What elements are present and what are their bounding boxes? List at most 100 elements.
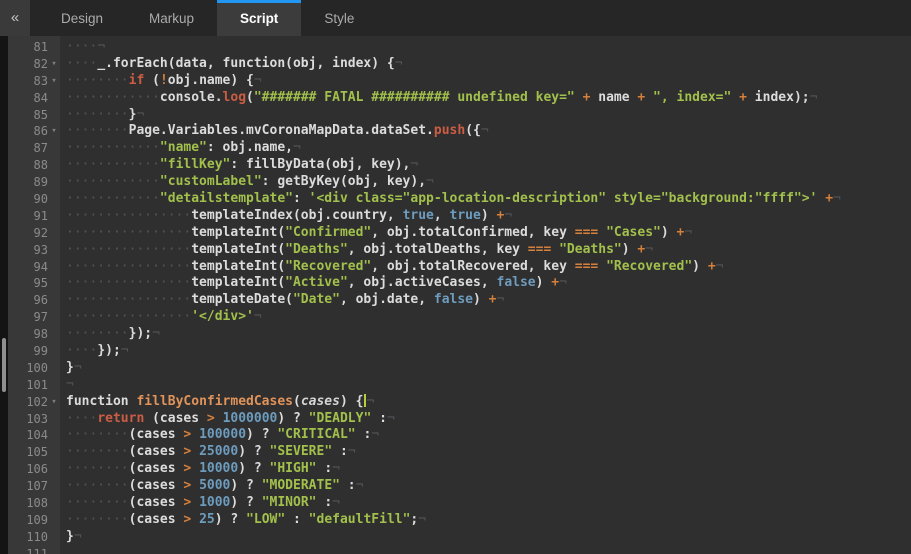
- code-line-content[interactable]: ····return (cases > 1000000) ? "DEADLY" …: [60, 411, 395, 428]
- code-line-content[interactable]: ············"name": obj.name,¬: [60, 140, 301, 157]
- code-line-content[interactable]: ····_.forEach(data, function(obj, index)…: [60, 56, 403, 73]
- line-number: 84: [8, 90, 48, 107]
- fold-toggle-icon[interactable]: ▾: [48, 394, 60, 411]
- eol-mark: ¬: [293, 140, 301, 155]
- code-line-content[interactable]: ········}¬: [60, 107, 144, 124]
- code-line: 98 ········});¬: [0, 326, 911, 343]
- whitespace-dots: ····: [66, 56, 97, 71]
- eol-mark: ¬: [356, 478, 364, 493]
- code-line-content[interactable]: ········});¬: [60, 326, 160, 343]
- code-line-content[interactable]: ····¬: [60, 39, 105, 56]
- eol-mark: ¬: [136, 107, 144, 122]
- whitespace-dots: ············: [66, 157, 160, 172]
- line-number: 108: [8, 495, 48, 512]
- fold-spacer: [48, 107, 60, 124]
- whitespace-dots: ········: [66, 478, 129, 493]
- line-number: 101: [8, 377, 48, 394]
- line-number: 98: [8, 326, 48, 343]
- code-line-content[interactable]: ············"fillKey": fillByData(obj, k…: [60, 157, 418, 174]
- code-line-content[interactable]: ········Page.Variables.mvCoronaMapData.d…: [60, 123, 489, 140]
- whitespace-dots: ····: [66, 343, 97, 358]
- whitespace-dots: ········: [66, 326, 129, 341]
- code-line-content[interactable]: ············"detailstemplate": '<div cla…: [60, 191, 841, 208]
- whitespace-dots: ········: [66, 495, 129, 510]
- line-number: 109: [8, 512, 48, 529]
- eol-mark: ¬: [810, 90, 818, 105]
- code-line: 102▾function fillByConfirmedCases(cases)…: [0, 394, 911, 411]
- code-line: 90············"detailstemplate": '<div c…: [0, 191, 911, 208]
- eol-mark: ¬: [254, 309, 262, 324]
- fold-toggle-icon[interactable]: ▾: [48, 56, 60, 73]
- eol-mark: ¬: [97, 39, 105, 54]
- line-number: 93: [8, 242, 48, 259]
- code-line-content[interactable]: ········(cases > 25) ? "LOW" : "defaultF…: [60, 512, 426, 529]
- eol-mark: ¬: [74, 529, 82, 544]
- code-line-content[interactable]: ¬: [60, 377, 74, 394]
- fold-toggle-icon[interactable]: ▾: [48, 123, 60, 140]
- code-line-content[interactable]: }¬: [60, 529, 82, 546]
- fold-spacer: [48, 360, 60, 377]
- code-line-content[interactable]: ················templateInt("Confirmed",…: [60, 225, 692, 242]
- tab-script[interactable]: Script: [217, 0, 301, 36]
- eol-mark: ¬: [366, 394, 374, 409]
- code-line-content[interactable]: ················templateInt("Recovered",…: [60, 259, 723, 276]
- line-number: 88: [8, 157, 48, 174]
- tab-design[interactable]: Design: [38, 0, 126, 36]
- code-line-content[interactable]: ················templateInt("Active", ob…: [60, 275, 567, 292]
- whitespace-dots: ················: [66, 242, 191, 257]
- eol-mark: ¬: [418, 512, 426, 527]
- eol-mark: ¬: [716, 259, 724, 274]
- code-line-content[interactable]: ················templateDate("Date", obj…: [60, 292, 504, 309]
- whitespace-dots: ········: [66, 123, 129, 138]
- code-line-content[interactable]: ················templateInt("Deaths", ob…: [60, 242, 653, 259]
- eol-mark: ¬: [497, 292, 505, 307]
- eol-mark: ¬: [371, 427, 379, 442]
- fold-spacer: [48, 461, 60, 478]
- code-line-content[interactable]: ········(cases > 1000) ? "MINOR" :¬: [60, 495, 340, 512]
- code-line-content[interactable]: ················'</div>'¬: [60, 309, 262, 326]
- line-number: 100: [8, 360, 48, 377]
- fold-spacer: [48, 529, 60, 546]
- tab-style[interactable]: Style: [301, 0, 377, 36]
- fold-spacer: [48, 174, 60, 191]
- code-editor[interactable]: 81····¬82▾····_.forEach(data, function(o…: [0, 36, 911, 554]
- code-line-content[interactable]: ········(cases > 25000) ? "SEVERE" :¬: [60, 444, 356, 461]
- code-line: 111: [0, 546, 911, 554]
- fold-spacer: [48, 512, 60, 529]
- code-line-content[interactable]: }¬: [60, 360, 82, 377]
- line-number: 83: [8, 73, 48, 90]
- fold-toggle-icon[interactable]: ▾: [48, 73, 60, 90]
- fold-spacer: [48, 343, 60, 360]
- eol-mark: ¬: [833, 191, 841, 206]
- line-number: 105: [8, 444, 48, 461]
- whitespace-dots: ········: [66, 107, 129, 122]
- code-line-content[interactable]: ····});¬: [60, 343, 129, 360]
- code-line-content[interactable]: ············console.log("####### FATAL #…: [60, 90, 817, 107]
- whitespace-dots: ················: [66, 309, 191, 324]
- line-number: 111: [8, 546, 48, 554]
- line-number: 106: [8, 461, 48, 478]
- code-line-content[interactable]: function fillByConfirmedCases(cases) {¬: [60, 394, 374, 411]
- code-line: 85········}¬: [0, 107, 911, 124]
- code-line-content[interactable]: ········(cases > 10000) ? "HIGH" :¬: [60, 461, 340, 478]
- fold-spacer: [48, 90, 60, 107]
- collapse-panel-button[interactable]: «: [0, 0, 30, 36]
- eol-mark: ¬: [74, 360, 82, 375]
- eol-mark: ¬: [481, 123, 489, 138]
- tab-markup-label: Markup: [149, 11, 194, 26]
- code-line-content[interactable]: ················templateIndex(obj.countr…: [60, 208, 512, 225]
- fold-spacer: [48, 191, 60, 208]
- fold-spacer: [48, 292, 60, 309]
- code-line: 95 ················templateInt("Active", …: [0, 275, 911, 292]
- line-number: 94: [8, 259, 48, 276]
- fold-spacer: [48, 275, 60, 292]
- code-line-content[interactable]: ········if (!obj.name) {¬: [60, 73, 262, 90]
- code-line-content[interactable]: ············"customLabel": getByKey(obj,…: [60, 174, 434, 191]
- code-line-content[interactable]: [60, 546, 66, 554]
- line-number: 95: [8, 275, 48, 292]
- code-line-content[interactable]: ········(cases > 100000) ? "CRITICAL" :¬: [60, 427, 379, 444]
- tab-style-label: Style: [324, 11, 354, 26]
- code-line-content[interactable]: ········(cases > 5000) ? "MODERATE" :¬: [60, 478, 363, 495]
- code-line: 104········(cases > 100000) ? "CRITICAL"…: [0, 427, 911, 444]
- tab-markup[interactable]: Markup: [126, 0, 217, 36]
